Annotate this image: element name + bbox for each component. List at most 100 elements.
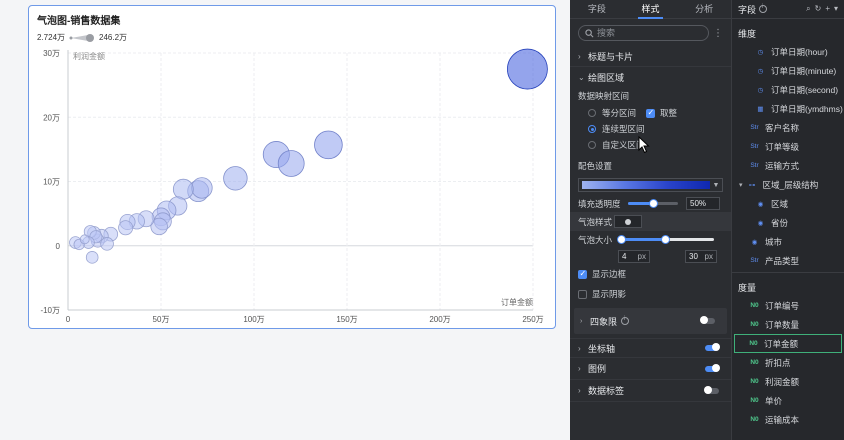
bubble-size-min-input[interactable]: 4 px bbox=[618, 249, 650, 263]
dimension-field[interactable]: ◉ 区域 bbox=[732, 194, 844, 213]
search-icon[interactable]: ⌕ bbox=[806, 4, 810, 14]
second-icon: ◷ bbox=[757, 86, 764, 94]
add-icon[interactable]: + bbox=[825, 4, 830, 14]
measure-group-title: 度量 bbox=[738, 283, 757, 293]
mapping-custom-radio[interactable] bbox=[588, 141, 596, 149]
dimension-field[interactable]: ▾ ⊶ 区域_层级结构 bbox=[732, 175, 844, 194]
dimension-field[interactable]: ◉ 省份 bbox=[732, 213, 844, 232]
measure-field[interactable]: N0 折扣点 bbox=[732, 353, 844, 372]
measure-field-label: 单价 bbox=[765, 395, 783, 406]
chart-card[interactable]: 气泡图-销售数据集 2.724万 246.2万 -10万 0 10万 20万 30万 0 5… bbox=[28, 5, 556, 329]
refresh-icon[interactable]: ↻ bbox=[815, 4, 822, 14]
mapping-equal-radio[interactable] bbox=[588, 109, 596, 117]
dimension-field[interactable]: ◷ 订单日期(minute) bbox=[732, 61, 844, 80]
dimension-field-label: 订单日期(minute) bbox=[771, 65, 837, 76]
round-checkbox[interactable] bbox=[646, 108, 655, 118]
number-field-icon: N0 bbox=[750, 416, 759, 423]
legend-toggle[interactable] bbox=[705, 363, 720, 372]
caret-down-icon[interactable]: ▾ bbox=[739, 181, 743, 189]
section-axis-label: 坐标轴 bbox=[588, 343, 616, 354]
dimension-field-label: 区域_层级结构 bbox=[762, 179, 819, 190]
show-border-label: 显示边框 bbox=[592, 269, 627, 279]
bubble-size-slider[interactable] bbox=[617, 235, 714, 244]
chevron-right-icon: › bbox=[578, 52, 581, 61]
y-tick-label: 10万 bbox=[43, 178, 60, 187]
bubble-chart[interactable]: -10万 0 10万 20万 30万 0 50万 100万 150万 200万 250万 利润金额订单… bbox=[29, 6, 557, 330]
dimension-field[interactable]: Str 客户名称 bbox=[732, 118, 844, 137]
color-setting-label: 配色设置 bbox=[578, 161, 613, 171]
style-panel: 字段 样式 分析 ⋮ › 标题与卡片 ⌄ 绘图区域 数据映射区间 等分区间 取整… bbox=[570, 0, 731, 440]
location-icon: ◉ bbox=[757, 200, 764, 208]
measure-field[interactable]: N0 订单金额 bbox=[734, 334, 842, 353]
bubble-point bbox=[507, 48, 548, 90]
mapping-continuous-label: 连续型区间 bbox=[602, 124, 645, 134]
dimension-field[interactable]: Str 产品类型 bbox=[732, 251, 844, 270]
dimension-field[interactable]: ▦ 订单日期(ymdhms) bbox=[732, 99, 844, 118]
quadrant-toggle[interactable] bbox=[700, 316, 715, 324]
measure-field-label: 折扣点 bbox=[765, 357, 791, 368]
text-field-icon: Str bbox=[750, 124, 759, 131]
bubble-size-inputs: 4 px 30 px bbox=[570, 248, 731, 264]
measure-field[interactable]: N0 单价 bbox=[732, 391, 844, 410]
dimension-field[interactable]: ◉ 城市 bbox=[732, 232, 844, 251]
section-quadrant[interactable]: › 四象限 bbox=[574, 308, 727, 334]
measure-field[interactable]: N0 订单数量 bbox=[732, 315, 844, 334]
color-scheme-select[interactable]: ▼ bbox=[578, 178, 723, 192]
bubble-style-select[interactable] bbox=[614, 215, 642, 228]
field-panel: 字段 ⌕ ↻ + ▾ 维度 ◷ 订单日期(hour) ◷ 订单日期(minute) ◷ 订… bbox=[731, 0, 844, 440]
section-legend[interactable]: › 图例 bbox=[570, 358, 731, 380]
measure-field[interactable]: N0 订单编号 bbox=[732, 296, 844, 315]
axis-toggle[interactable] bbox=[705, 343, 720, 351]
dimension-field[interactable]: ◷ 订单日期(second) bbox=[732, 80, 844, 99]
bubble-point bbox=[277, 150, 305, 177]
dimension-field[interactable]: ◷ 订单日期(hour) bbox=[732, 42, 844, 61]
style-search-input[interactable] bbox=[597, 28, 697, 38]
info-icon bbox=[759, 4, 768, 13]
bubble-size-max-handle[interactable] bbox=[661, 235, 670, 244]
data-label-toggle[interactable] bbox=[704, 385, 719, 394]
y-tick-label: -10万 bbox=[40, 306, 60, 315]
tab-fields[interactable]: 字段 bbox=[570, 0, 624, 18]
panel-tabs: 字段 样式 分析 bbox=[570, 0, 731, 19]
dimension-field[interactable]: Str 运输方式 bbox=[732, 156, 844, 175]
bubble-size-max-input[interactable]: 30 px bbox=[685, 249, 717, 263]
show-shadow-checkbox[interactable] bbox=[578, 289, 587, 299]
mapping-continuous-radio[interactable] bbox=[588, 125, 596, 133]
style-search[interactable] bbox=[578, 25, 709, 41]
more-options-icon[interactable]: ⋮ bbox=[713, 28, 723, 39]
bubble-size-label: 气泡大小 bbox=[578, 234, 613, 245]
opacity-value[interactable]: 50% bbox=[686, 197, 720, 210]
hierarchy-icon: ⊶ bbox=[748, 181, 756, 189]
number-field-icon: N0 bbox=[750, 359, 759, 366]
opacity-slider-handle[interactable] bbox=[649, 199, 658, 208]
section-plot-area-label: 绘图区域 bbox=[588, 72, 625, 83]
x-axis-title: 订单金额 bbox=[501, 297, 533, 307]
section-data-label[interactable]: › 数据标签 bbox=[570, 380, 731, 402]
show-border-checkbox[interactable] bbox=[578, 269, 587, 279]
dimension-field[interactable]: Str 订单等级 bbox=[732, 137, 844, 156]
dimension-field-label: 订单日期(hour) bbox=[771, 46, 828, 57]
bubble-size-min-value: 4 bbox=[622, 251, 627, 261]
dimension-list: ◷ 订单日期(hour) ◷ 订单日期(minute) ◷ 订单日期(second) ▦ 订单… bbox=[732, 42, 844, 270]
opacity-slider[interactable] bbox=[628, 199, 678, 208]
section-title-card[interactable]: › 标题与卡片 bbox=[570, 47, 731, 67]
measure-field[interactable]: N0 利润金额 bbox=[732, 372, 844, 391]
location-icon: ◉ bbox=[757, 219, 764, 227]
bubble-point bbox=[191, 177, 213, 199]
section-plot-area[interactable]: ⌄ 绘图区域 bbox=[570, 67, 731, 87]
bubble-size-min-handle[interactable] bbox=[617, 235, 626, 244]
bubble-style-dot-icon bbox=[625, 218, 631, 225]
divider bbox=[732, 18, 844, 19]
number-field-icon: N0 bbox=[750, 397, 759, 404]
tab-analysis[interactable]: 分析 bbox=[677, 0, 731, 18]
text-field-icon: Str bbox=[750, 257, 759, 264]
caret-down-icon[interactable]: ▾ bbox=[834, 4, 838, 14]
bubble-size-slider-fill bbox=[622, 238, 666, 241]
chevron-right-icon: › bbox=[578, 364, 581, 373]
measure-field[interactable]: N0 运输成本 bbox=[732, 410, 844, 429]
text-field-icon: Str bbox=[750, 162, 759, 169]
section-axis[interactable]: › 坐标轴 bbox=[570, 338, 731, 358]
tab-style[interactable]: 样式 bbox=[624, 0, 678, 19]
opacity-row: 填充透明度 50% bbox=[570, 195, 731, 212]
chevron-down-icon: ⌄ bbox=[578, 72, 585, 82]
